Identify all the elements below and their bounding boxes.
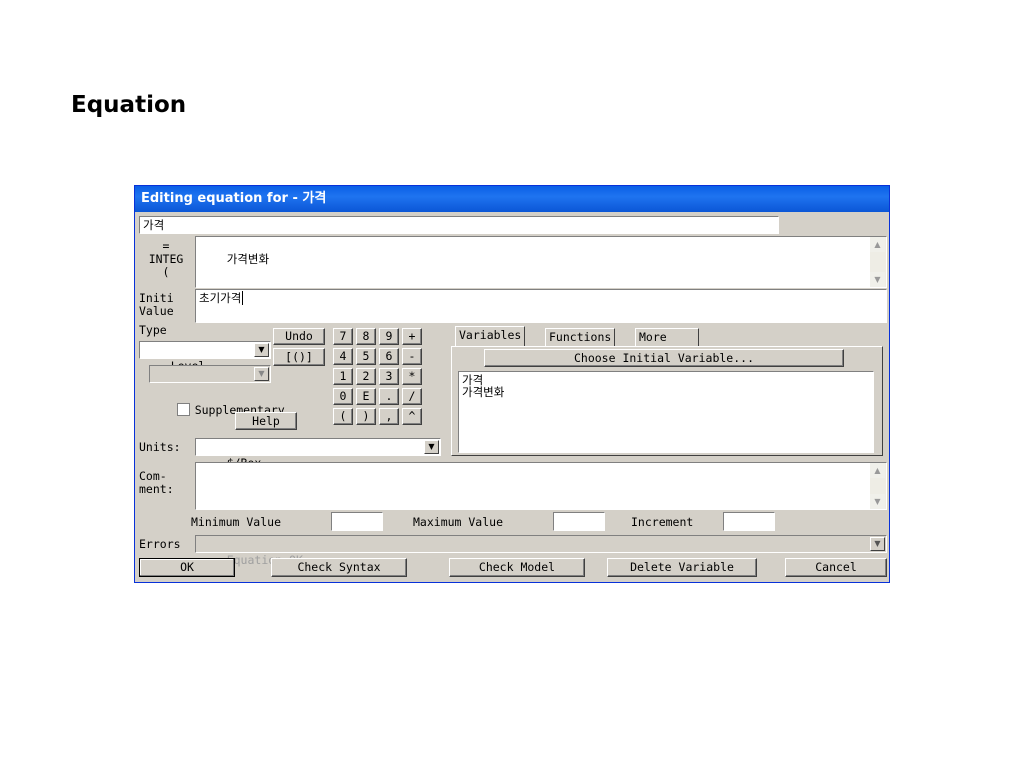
dropdown-arrow-icon[interactable]: ▼: [870, 537, 885, 551]
window-title: Editing equation for - 가격: [135, 186, 889, 212]
errors-label: Errors: [139, 537, 181, 551]
keypad-key[interactable]: 3: [379, 368, 399, 385]
keypad-key[interactable]: .: [379, 388, 399, 405]
variable-name-field[interactable]: 가격: [139, 216, 779, 234]
check-syntax-button[interactable]: Check Syntax: [271, 558, 407, 577]
keypad-key[interactable]: +: [402, 328, 422, 345]
minimum-value-field[interactable]: [331, 512, 383, 531]
equals-label: =: [162, 239, 170, 253]
tab-variables[interactable]: Variables: [455, 326, 526, 346]
text-cursor: [242, 291, 244, 305]
help-button[interactable]: Help: [235, 412, 297, 430]
supplementary-checkbox[interactable]: [176, 403, 190, 416]
keypad-key[interactable]: ^: [402, 408, 422, 425]
maximum-value-field[interactable]: [553, 512, 605, 531]
keypad-key[interactable]: 2: [356, 368, 376, 385]
keypad-key[interactable]: 1: [333, 368, 353, 385]
delete-variable-button[interactable]: Delete Variable: [607, 558, 757, 577]
keypad-key[interactable]: (: [333, 408, 353, 425]
comment-textarea[interactable]: ▲ ▼: [195, 462, 887, 510]
list-item[interactable]: 가격: [462, 374, 870, 386]
dropdown-arrow-icon[interactable]: ▼: [254, 367, 269, 381]
keypad-key[interactable]: ): [356, 408, 376, 425]
comment-label: Com- ment:: [139, 469, 174, 496]
cancel-button[interactable]: Cancel: [785, 558, 887, 577]
comment-scrollbar[interactable]: ▲ ▼: [870, 463, 886, 509]
equation-textarea[interactable]: 가격변화 ▲ ▼: [195, 236, 887, 288]
keypad-key[interactable]: 0: [333, 388, 353, 405]
brackets-button[interactable]: [()]: [273, 348, 325, 366]
check-model-button[interactable]: Check Model: [449, 558, 585, 577]
keypad-key[interactable]: /: [402, 388, 422, 405]
undo-button[interactable]: Undo: [273, 328, 325, 345]
list-item[interactable]: 가격변화: [462, 386, 870, 398]
keypad: 7 8 9 +4 5 6- 1 2 3 * 0 E. / (), ^: [333, 328, 445, 432]
keypad-key[interactable]: 4: [333, 348, 353, 365]
equation-editor-window: Editing equation for - 가격 가격 = INTEG( 가격변…: [134, 185, 890, 583]
scroll-down-icon[interactable]: ▼: [870, 494, 885, 509]
scroll-up-icon[interactable]: ▲: [870, 237, 885, 252]
increment-label: Increment: [631, 515, 694, 529]
tab-functions[interactable]: Functions: [545, 328, 616, 346]
minimum-value-label: Minimum Value: [191, 515, 282, 529]
units-dropdown[interactable]: $/Box ▼: [195, 438, 441, 470]
initial-value-field[interactable]: 초기가격: [195, 289, 887, 323]
dropdown-arrow-icon[interactable]: ▼: [424, 440, 439, 454]
increment-field[interactable]: [723, 512, 775, 531]
variables-list[interactable]: 가격 가격변화: [458, 371, 874, 453]
paren-label: (: [162, 265, 170, 279]
type-label: Type: [139, 323, 167, 337]
keypad-key[interactable]: -: [402, 348, 422, 365]
keypad-key[interactable]: 8: [356, 328, 376, 345]
keypad-key[interactable]: ,: [379, 408, 399, 425]
units-label: Units:: [139, 440, 181, 454]
keypad-key[interactable]: 9: [379, 328, 399, 345]
maximum-value-label: Maximum Value: [413, 515, 504, 529]
scroll-down-icon[interactable]: ▼: [870, 272, 885, 287]
errors-dropdown[interactable]: Equation OK ▼: [195, 535, 887, 567]
choose-initial-variable-button[interactable]: Choose Initial Variable...: [484, 349, 844, 367]
ok-button[interactable]: OK: [139, 558, 235, 577]
variables-panel: Choose Initial Variable... 가격 가격변화: [451, 346, 883, 456]
equation-scrollbar[interactable]: ▲ ▼: [870, 237, 886, 287]
dropdown-arrow-icon[interactable]: ▼: [254, 343, 269, 357]
initial-value-text: 초기가격: [199, 291, 242, 305]
initial-value-label: Initi Value: [139, 291, 174, 318]
keypad-key[interactable]: *: [402, 368, 422, 385]
equation-text: 가격변화: [226, 252, 270, 266]
equation-label: = INTEG(: [139, 240, 193, 279]
keypad-key[interactable]: 7: [333, 328, 353, 345]
keypad-key[interactable]: 5: [356, 348, 376, 365]
tab-more[interactable]: More: [635, 328, 699, 346]
subtype-dropdown[interactable]: ▼: [149, 365, 271, 383]
scroll-up-icon[interactable]: ▲: [870, 463, 885, 478]
integ-label: INTEG: [148, 252, 184, 266]
type-dropdown[interactable]: Level ▼: [139, 341, 271, 373]
slide-title: Equation: [71, 92, 187, 118]
keypad-key[interactable]: E: [356, 388, 376, 405]
keypad-key[interactable]: 6: [379, 348, 399, 365]
